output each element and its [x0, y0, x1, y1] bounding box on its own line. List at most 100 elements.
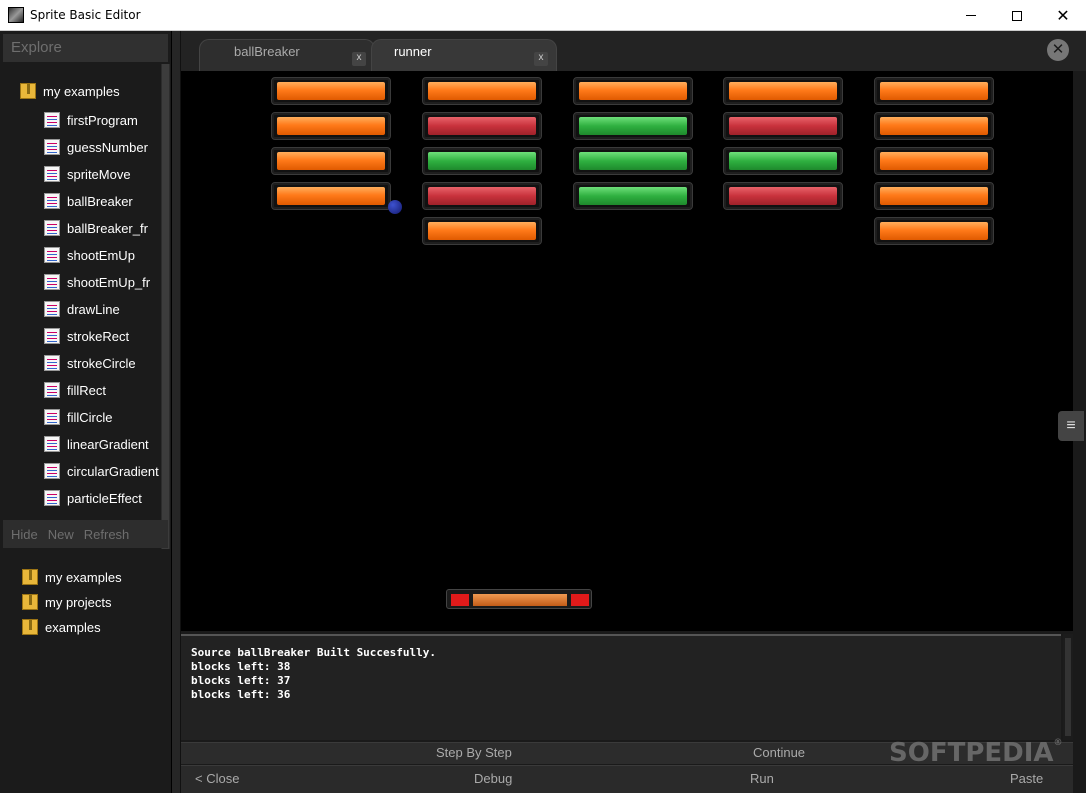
tree-item[interactable]: shootEmUp_fr	[44, 274, 150, 290]
watermark-text: SOFTPEDIA	[889, 738, 1054, 768]
console-scrollbar-thumb[interactable]	[1065, 638, 1071, 736]
tree-item[interactable]: shootEmUp	[44, 247, 135, 263]
file-icon	[44, 139, 60, 155]
tab-ballbreaker[interactable]: ballBreaker x	[199, 39, 375, 71]
root-my-examples[interactable]: my examples	[22, 569, 122, 585]
brick-face	[880, 222, 988, 240]
folder-icon	[22, 594, 38, 610]
window-title: Sprite Basic Editor	[30, 8, 141, 22]
tab-runner[interactable]: runner x	[371, 39, 557, 71]
sidebar-scrollbar-thumb[interactable]	[162, 64, 169, 549]
title-bar: Sprite Basic Editor ✕	[0, 0, 1086, 31]
brick-face	[428, 222, 536, 240]
brick-red	[723, 182, 843, 210]
menu-handle-button[interactable]: ≡	[1058, 411, 1084, 441]
explorer-sidebar: Explore my examples firstProgram guessNu…	[0, 31, 172, 793]
tree-item[interactable]: strokeRect	[44, 328, 129, 344]
tree-item[interactable]: ballBreaker	[44, 193, 133, 209]
brick-face	[579, 187, 687, 205]
brick-orange	[874, 77, 994, 105]
tree-item-label: shootEmUp_fr	[67, 274, 151, 290]
tree-item[interactable]: drawLine	[44, 301, 120, 317]
tree-root-my-examples[interactable]: my examples	[20, 83, 120, 99]
run-button[interactable]: Run	[750, 771, 774, 786]
file-icon	[44, 409, 60, 425]
paddle-left-end	[451, 594, 469, 606]
tree-item-label: linearGradient	[67, 436, 149, 452]
brick-orange	[422, 77, 542, 105]
folder-icon	[20, 83, 36, 99]
close-button[interactable]: < Close	[195, 771, 239, 786]
sidebar-scrollbar[interactable]	[161, 64, 170, 549]
brick-face	[579, 82, 687, 100]
refresh-button[interactable]: Refresh	[84, 527, 130, 542]
console-scrollbar[interactable]	[1063, 634, 1073, 740]
brick-red	[422, 182, 542, 210]
tree-root-label: my examples	[43, 83, 120, 99]
tree-item[interactable]: ballBreaker_fr	[44, 220, 148, 236]
brick-face	[880, 117, 988, 135]
ball	[388, 200, 402, 214]
brick-orange	[271, 77, 391, 105]
tree-item-label: particleEffect	[67, 490, 142, 506]
hide-button[interactable]: Hide	[11, 527, 38, 542]
root-label: my projects	[45, 594, 112, 610]
brick-green	[422, 147, 542, 175]
root-label: examples	[45, 619, 101, 635]
tree-item[interactable]: spriteMove	[44, 166, 131, 182]
tree-item[interactable]: linearGradient	[44, 436, 149, 452]
brick-face	[277, 152, 385, 170]
console-line: Source ballBreaker Built Succesfully.	[191, 646, 437, 659]
minimize-button[interactable]	[948, 0, 994, 31]
tree-item-label: spriteMove	[67, 166, 131, 182]
brick-face	[428, 152, 536, 170]
file-icon	[44, 382, 60, 398]
tree-item-label: shootEmUp	[67, 247, 135, 263]
close-all-tabs-button[interactable]: ✕	[1047, 39, 1069, 61]
brick-red	[723, 112, 843, 140]
tree-item[interactable]: particleEffect	[44, 490, 142, 506]
tab-close-button[interactable]: x	[534, 52, 548, 66]
game-canvas[interactable]	[181, 71, 1073, 631]
root-examples[interactable]: examples	[22, 619, 101, 635]
sidebar-splitter[interactable]	[172, 31, 181, 793]
tree-item[interactable]: circularGradient	[44, 463, 159, 479]
brick-face	[729, 82, 837, 100]
brick-orange	[573, 77, 693, 105]
folder-icon	[22, 569, 38, 585]
tree-item[interactable]: guessNumber	[44, 139, 148, 155]
brick-face	[277, 82, 385, 100]
brick-face	[880, 152, 988, 170]
tree-item-label: guessNumber	[67, 139, 148, 155]
output-console: Source ballBreaker Built Succesfully. bl…	[181, 634, 1061, 740]
tree-item-label: firstProgram	[67, 112, 138, 128]
step-by-step-button[interactable]: Step By Step	[436, 745, 512, 760]
file-icon	[44, 436, 60, 452]
tree-item-label: fillRect	[67, 382, 107, 398]
console-line: blocks left: 37	[191, 674, 291, 687]
brick-green	[573, 112, 693, 140]
brick-orange	[271, 147, 391, 175]
tree-item[interactable]: fillRect	[44, 382, 106, 398]
root-my-projects[interactable]: my projects	[22, 594, 111, 610]
explore-header[interactable]: Explore	[3, 34, 168, 62]
folder-icon	[22, 619, 38, 635]
tab-label: ballBreaker	[234, 44, 300, 59]
file-icon	[44, 274, 60, 290]
debug-button[interactable]: Debug	[474, 771, 512, 786]
tree-item[interactable]: fillCircle	[44, 409, 113, 425]
tree-item[interactable]: strokeCircle	[44, 355, 136, 371]
tab-bar: ballBreaker x runner x ✕	[181, 31, 1086, 71]
tree-item-label: strokeCircle	[67, 355, 136, 371]
maximize-button[interactable]	[994, 0, 1040, 31]
tab-close-button[interactable]: x	[352, 52, 366, 66]
close-window-button[interactable]: ✕	[1040, 0, 1086, 31]
tree-item[interactable]: firstProgram	[44, 112, 138, 128]
continue-button[interactable]: Continue	[753, 745, 805, 760]
file-icon	[44, 463, 60, 479]
new-button[interactable]: New	[48, 527, 74, 542]
file-tree: my examples firstProgram guessNumber spr…	[0, 71, 160, 551]
paste-button[interactable]: Paste	[1010, 771, 1043, 786]
brick-orange	[874, 217, 994, 245]
brick-orange	[422, 217, 542, 245]
